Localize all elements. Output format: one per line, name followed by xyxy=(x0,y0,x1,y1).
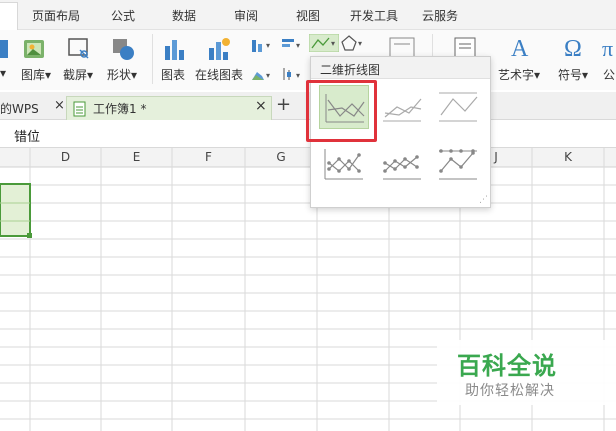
menu-page-layout[interactable]: 页面布局 xyxy=(32,7,80,24)
column-chart-icon[interactable]: ▾ xyxy=(250,36,276,52)
image-library-icon[interactable] xyxy=(22,36,48,62)
bar-chart-icon[interactable]: ▾ xyxy=(280,36,306,52)
chart-label[interactable]: 图表 xyxy=(161,66,185,83)
gallery-title: 二维折线图 xyxy=(320,63,381,77)
menu-tab-insert-stub[interactable] xyxy=(0,2,18,30)
menu-data[interactable]: 数据 xyxy=(172,7,196,24)
line-chart-gallery: 二维折线图 ⋰ xyxy=(310,56,491,208)
tab-close-icon[interactable]: × xyxy=(255,98,267,114)
line-chart-option-stacked[interactable] xyxy=(377,85,427,129)
spreadsheet-file-icon xyxy=(73,101,86,117)
equation-label[interactable]: 公 xyxy=(603,66,615,83)
equation-icon[interactable]: π xyxy=(601,34,616,62)
svg-text:▾: ▾ xyxy=(296,41,300,50)
screenshot-label[interactable]: 截屏▾ xyxy=(63,66,93,83)
watermark-title: 百科全说 xyxy=(457,352,557,380)
line-chart-thumbnail-icon xyxy=(325,94,365,123)
symbol-label[interactable]: 符号▾ xyxy=(558,66,588,83)
watermark-subtitle: 助你轻松解决 xyxy=(465,383,555,399)
svg-text:▾: ▾ xyxy=(296,71,300,80)
ribbon-separator xyxy=(152,34,153,84)
menu-bar: 页面布局 公式 数据 审阅 视图 开发工具 云服务 xyxy=(0,0,616,30)
online-chart-icon[interactable] xyxy=(206,36,232,62)
watermark: 百科全说 助你轻松解决 xyxy=(437,340,616,405)
dropdown-arrow-icon[interactable]: ▾ xyxy=(0,66,6,80)
shapes-label[interactable]: 形状▾ xyxy=(107,66,137,83)
line-chart-thumbnail-icon xyxy=(383,98,422,122)
svg-text:▾: ▾ xyxy=(331,39,335,48)
area-chart-icon[interactable]: ▾ xyxy=(250,66,276,82)
svg-text:Ω: Ω xyxy=(564,36,582,62)
screenshot-icon[interactable] xyxy=(66,36,92,62)
svg-text:▾: ▾ xyxy=(266,71,270,80)
line-chart-markers-icon xyxy=(439,149,477,180)
line-chart-icon[interactable]: ▾ xyxy=(309,34,339,52)
svg-text:A: A xyxy=(511,36,529,62)
table-icon[interactable] xyxy=(0,36,8,62)
tab-workbook-label: 工作簿1 * xyxy=(93,102,147,116)
radar-chart-icon[interactable]: ▾ xyxy=(340,34,366,52)
line-chart-option-percent[interactable] xyxy=(433,85,483,129)
resize-grip-icon[interactable]: ⋰ xyxy=(479,195,488,205)
line-chart-option-stacked-markers[interactable] xyxy=(377,141,427,185)
line-chart-markers-icon xyxy=(383,155,421,180)
column-header-e[interactable]: E xyxy=(101,148,172,167)
wordart-label[interactable]: 艺术字▾ xyxy=(498,66,540,83)
menu-formula[interactable]: 公式 xyxy=(111,7,135,24)
menu-developer[interactable]: 开发工具 xyxy=(350,7,398,24)
line-chart-option-markers[interactable] xyxy=(319,141,369,185)
tab-close-icon[interactable]: × xyxy=(54,98,65,122)
formula-input[interactable]: 错位 xyxy=(14,126,40,145)
column-header-d[interactable]: D xyxy=(30,148,101,167)
column-header-f[interactable]: F xyxy=(172,148,245,167)
line-chart-option-percent-markers[interactable] xyxy=(433,141,483,185)
shapes-icon[interactable] xyxy=(110,36,136,62)
line-chart-markers-icon xyxy=(324,149,363,180)
online-chart-label[interactable]: 在线图表 xyxy=(195,66,243,83)
formula-bar: 错位 xyxy=(0,121,616,148)
svg-text:▾: ▾ xyxy=(266,41,270,50)
tab-workbook[interactable]: 工作簿1 * × xyxy=(66,96,272,120)
image-library-label[interactable]: 图库▾ xyxy=(21,66,51,83)
line-chart-option-basic[interactable] xyxy=(319,85,369,129)
ribbon: ▾ 图库▾ 截屏▾ 形状▾ 图表 在线图表 ▾ ▾ ▾ ▾ ▾ ▾ A 艺术字▾… xyxy=(0,30,616,90)
wordart-icon[interactable]: A xyxy=(508,34,534,62)
symbol-icon[interactable]: Ω xyxy=(562,34,588,62)
menu-view[interactable]: 视图 xyxy=(296,7,320,24)
menu-review[interactable]: 审阅 xyxy=(234,7,258,24)
column-header-k[interactable]: K xyxy=(532,148,604,167)
svg-text:▾: ▾ xyxy=(358,39,362,48)
line-chart-thumbnail-icon xyxy=(439,92,478,122)
column-header-g[interactable]: G xyxy=(245,148,317,167)
chart-icon[interactable] xyxy=(162,36,188,62)
menu-cloud[interactable]: 云服务 xyxy=(422,7,458,24)
document-tabs: 的WPS × 工作簿1 * × + xyxy=(0,92,616,120)
svg-text:π: π xyxy=(602,36,613,61)
stock-chart-icon[interactable]: ▾ xyxy=(280,66,306,82)
add-tab-icon[interactable]: + xyxy=(276,94,291,115)
